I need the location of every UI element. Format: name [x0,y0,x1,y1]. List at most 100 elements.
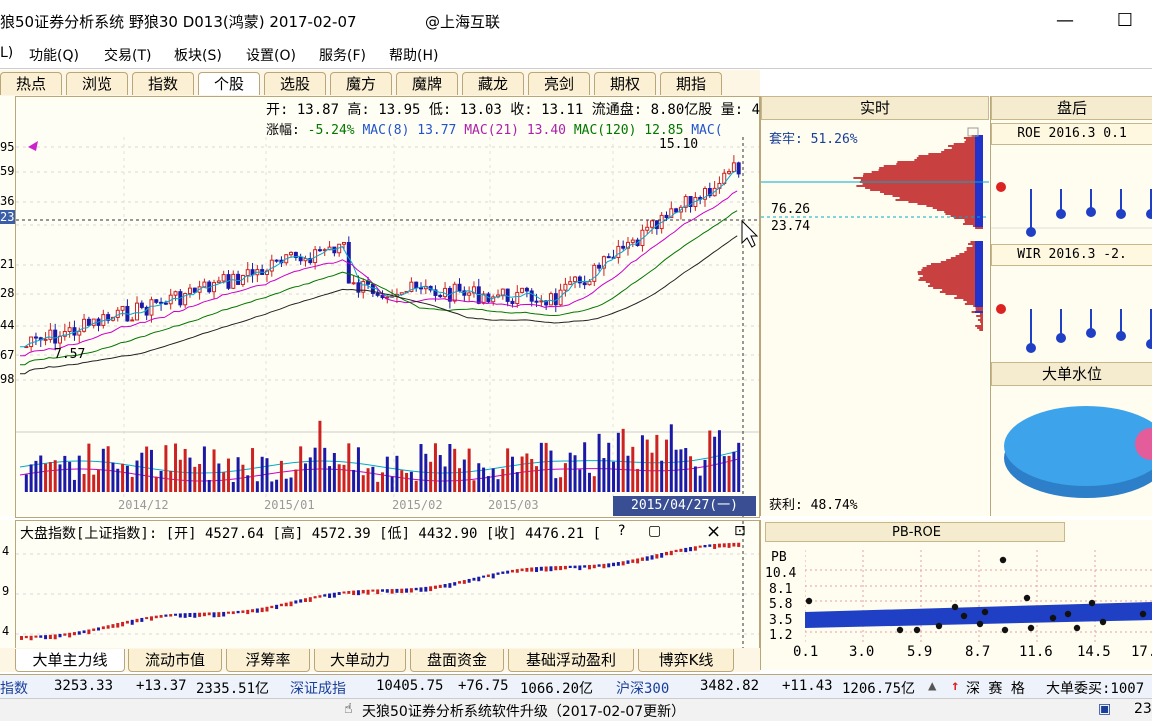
chip-bar-cost [975,193,983,195]
chip-bar-cost [975,253,983,255]
lollipop-dot [1086,207,1096,217]
tab-float-profit[interactable]: 基础浮动盈利 [508,649,634,672]
price-tick: 28 [0,286,15,300]
index-candle [241,610,245,613]
arrow-marker-icon [28,141,38,151]
tab-select[interactable]: 选股 [264,72,326,95]
tab-options[interactable]: 期权 [594,72,656,95]
tab-index[interactable]: 指数 [132,72,194,95]
volume-bar [299,446,303,492]
kline-chart[interactable]: 开: 13.87 高: 13.95 低: 13.03 收: 13.11 流通盘:… [15,96,799,518]
tab-bigorder-line[interactable]: 大单主力线 [15,649,125,672]
volume-bar [501,468,505,492]
candle-body [731,162,736,172]
menu-item-function[interactable]: 功能(Q) [29,45,79,65]
bigorder-level-header[interactable]: 大单水位 [991,362,1152,386]
chip-bar-cost [975,299,983,301]
pb-roe-point [1049,614,1057,622]
upgrade-notice[interactable]: 天狼50证券分析系统软件升级（2017-02-07更新） [362,701,685,721]
menu-item-trade[interactable]: 交易(T) [104,45,151,65]
volume-bar [381,472,384,492]
tab-sword[interactable]: 亮剑 [528,72,590,95]
volume-bar [116,468,120,492]
volume-bar [198,464,202,492]
index-candle [183,613,187,618]
tab-market-fund[interactable]: 盘面资金 [410,649,504,672]
tab-futures[interactable]: 期指 [660,72,722,95]
candle-body [29,336,34,348]
index2-name[interactable]: 深证成指 [290,678,346,698]
cursor-date-label: 2015/04/27(一) [613,496,756,516]
volume-bar [713,436,717,492]
index-candle [405,588,409,593]
volume-bar [515,472,519,492]
index-candle [477,576,481,582]
volume-bar [308,457,312,492]
index-candle [727,543,731,548]
ma-lines [19,169,738,482]
network-icon[interactable]: ▣ [1098,701,1111,717]
index3-name[interactable]: 沪深300 [616,678,669,698]
volume-bar [58,464,62,492]
chip-bar-cost [975,275,983,277]
tab-game-kline[interactable]: 博弈K线 [638,649,734,672]
index-chart[interactable]: 大盘指数[上证指数]: [开] 4527.64 [高] 4572.39 [低] … [15,520,760,650]
candle-body [529,290,534,302]
chip-bar-cost [975,289,983,291]
tab-float-cap[interactable]: 流动市值 [128,649,222,672]
candle-body [630,239,635,243]
candle-body [245,269,250,276]
wir-header: WIR 2016.3 -2. [991,244,1152,266]
index-candle [198,612,202,617]
chip-bar-profit [892,195,983,197]
volume-bar [24,474,28,492]
roe-current-dot [996,182,1006,192]
volume-bar [535,466,539,492]
index-candle [419,587,423,592]
price-tick: 36 [0,194,15,208]
index-candle [482,575,486,578]
maximize-button[interactable]: ☐ [1110,6,1140,36]
candle-body [568,281,573,285]
pb-tick: 10.4 [765,566,797,581]
price-lower-label: 23.74 [771,219,811,234]
volume-bar [159,470,163,492]
chip-bar-cost [975,169,983,171]
tab-card[interactable]: 魔牌 [396,72,458,95]
after-market-header[interactable]: 盘后 [991,96,1152,120]
volume-bar [438,455,442,492]
volume-bar [597,433,601,492]
chip-bar-cost [975,201,983,203]
tab-stock[interactable]: 个股 [198,72,260,95]
chip-bar-cost [975,255,983,257]
menu-item-service[interactable]: 服务(F) [319,45,366,65]
tab-hot[interactable]: 热点 [0,72,62,95]
chip-bar-profit [977,327,983,329]
index-candle [188,612,192,617]
menu-item-help[interactable]: 帮助(H) [389,45,438,65]
chart-icon[interactable]: ▲ [928,678,936,694]
index-candle [294,600,298,604]
tab-dragon[interactable]: 藏龙 [462,72,524,95]
tab-cube[interactable]: 魔方 [330,72,392,95]
volume-bar [164,445,168,492]
minimize-button[interactable]: — [1050,6,1080,36]
tab-bigorder-power[interactable]: 大单动力 [314,649,406,672]
ma-line [19,210,738,366]
index1-name[interactable]: 指数 [0,678,28,698]
menu-item-settings[interactable]: 设置(O) [246,45,296,65]
expand-icon[interactable] [967,127,979,137]
realtime-header[interactable]: 实时 [761,96,989,120]
volume-bar [260,456,264,492]
menu-item-l[interactable]: L) [0,45,13,61]
chip-bar-cost [975,207,983,209]
chip-bar-profit [980,317,983,319]
tab-float-chip[interactable]: 浮筹率 [226,649,310,672]
volume-bar [140,452,144,492]
pb-roe-panel: PB-ROE PB 10.4 8.1 5.8 3.5 1.2 0.1 3.0 5… [760,520,1152,670]
lollipop-dot [1146,339,1152,349]
tab-browse[interactable]: 浏览 [66,72,128,95]
index-candle [87,629,91,635]
chip-bar-cost [975,141,983,143]
menu-item-sector[interactable]: 板块(S) [174,45,222,65]
